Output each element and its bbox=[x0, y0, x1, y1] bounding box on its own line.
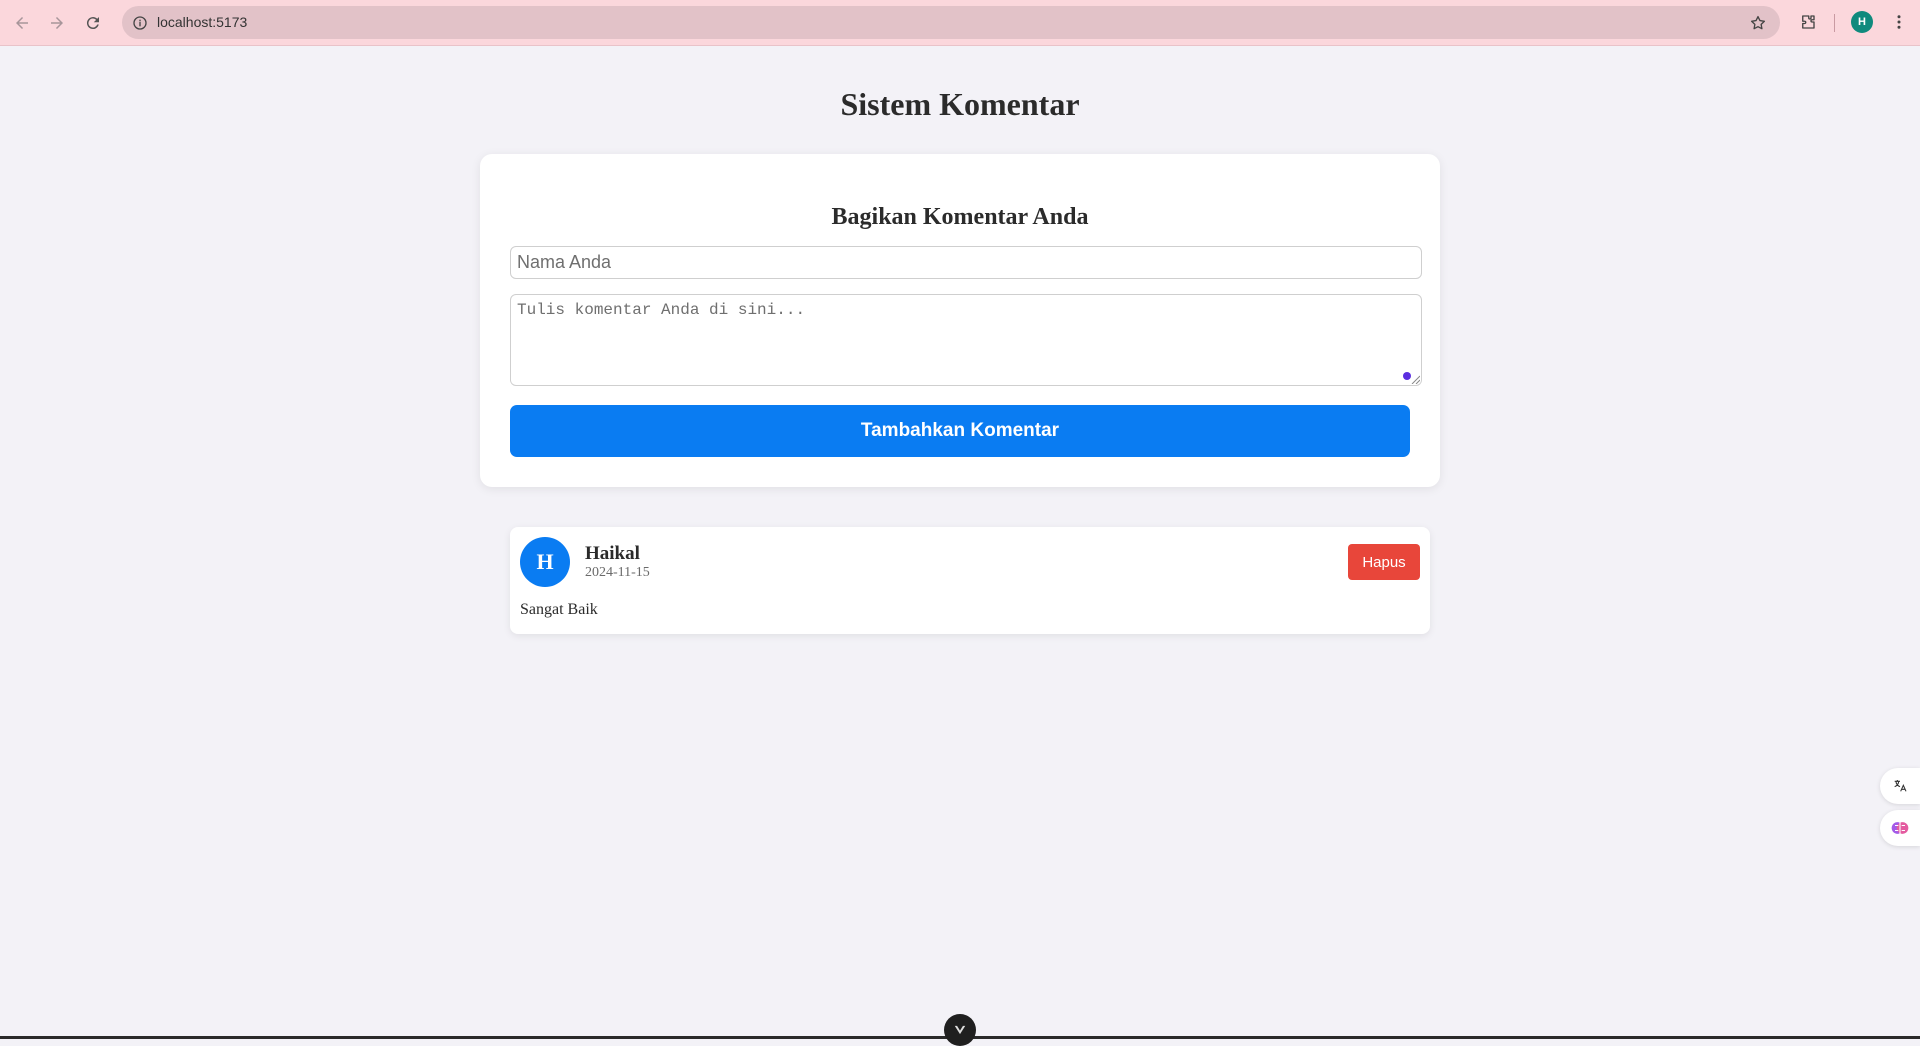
url-text[interactable]: localhost:5173 bbox=[157, 14, 247, 30]
reload-icon[interactable] bbox=[80, 10, 106, 36]
browser-toolbar: localhost:5173 H bbox=[0, 0, 1920, 46]
comment-author: Haikal bbox=[585, 543, 640, 564]
brain-icon[interactable] bbox=[1880, 810, 1920, 846]
avatar: H bbox=[520, 537, 570, 587]
kebab-menu-icon[interactable] bbox=[1888, 11, 1910, 33]
comment-item: H Haikal 2024-11-15 Hapus Sangat Baik bbox=[510, 527, 1430, 634]
resize-handle-icon[interactable] bbox=[1410, 374, 1420, 384]
puzzle-icon[interactable] bbox=[1797, 11, 1819, 33]
comment-date: 2024-11-15 bbox=[585, 565, 650, 580]
comment-form-card: Bagikan Komentar Anda Tambahkan Komentar bbox=[480, 154, 1440, 487]
forward-icon[interactable] bbox=[44, 10, 70, 36]
page-title: Sistem Komentar bbox=[840, 86, 1080, 122]
comment-text: Sangat Baik bbox=[520, 601, 598, 618]
info-icon[interactable] bbox=[130, 13, 149, 32]
form-title: Bagikan Komentar Anda bbox=[831, 204, 1089, 230]
name-input[interactable] bbox=[510, 246, 1422, 279]
profile-avatar[interactable]: H bbox=[1851, 11, 1873, 33]
back-icon[interactable] bbox=[9, 10, 35, 36]
star-icon[interactable] bbox=[1748, 13, 1768, 33]
delete-button[interactable]: Hapus bbox=[1348, 544, 1420, 580]
toolbar-divider bbox=[1834, 14, 1835, 32]
comment-textarea[interactable] bbox=[510, 294, 1422, 386]
address-bar[interactable]: localhost:5173 bbox=[122, 6, 1780, 39]
translate-icon[interactable] bbox=[1880, 768, 1920, 804]
vue-icon[interactable] bbox=[944, 1014, 976, 1046]
add-comment-button[interactable]: Tambahkan Komentar bbox=[510, 405, 1410, 457]
